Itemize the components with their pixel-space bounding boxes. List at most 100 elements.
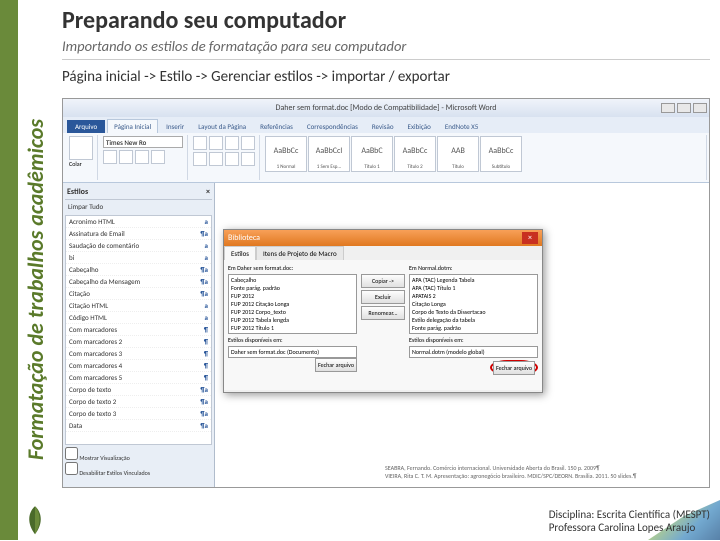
bullets-icon[interactable] <box>193 136 207 150</box>
tab-layout[interactable]: Layout da Página <box>192 120 252 133</box>
organizer-left-column: Em Daher sem format.doc: CabeçalhoFonte … <box>228 264 357 386</box>
organizer-avail-left-label: Estilos disponíveis em: <box>228 336 357 344</box>
style-list-item[interactable]: Data¶a <box>66 420 211 432</box>
style-list-item[interactable]: Com marcadores 3¶ <box>66 348 211 360</box>
style-list-item[interactable]: Com marcadores 5¶ <box>66 372 211 384</box>
paste-label: Colar <box>69 160 93 168</box>
organizer-left-item[interactable]: FUP 2012 Tabela lengda <box>230 316 355 324</box>
organizer-right-label: Em Normal.dotm: <box>409 264 538 272</box>
tab-endnote[interactable]: EndNote X5 <box>439 120 485 133</box>
slide-header: Preparando seu computador Importando os … <box>62 6 710 86</box>
style-list-item[interactable]: Com marcadores¶ <box>66 324 211 336</box>
paste-icon[interactable] <box>69 136 93 160</box>
indent-icon[interactable] <box>225 136 239 150</box>
clipboard-group: Colar <box>65 135 98 180</box>
organizer-left-list[interactable]: CabeçalhoFonte parág. padrãoFUP 2012FUP … <box>228 274 357 334</box>
slide-accent-bar <box>0 0 18 540</box>
organizer-left-item[interactable]: Fonte parág. padrão <box>230 284 355 292</box>
style-list-item[interactable]: Cabeçalho¶a <box>66 264 211 276</box>
style-list-item[interactable]: Cabeçalho da Mensagem¶a <box>66 276 211 288</box>
organizer-left-item[interactable]: FUP 2012 Corpo_texto <box>230 308 355 316</box>
style-list-item[interactable]: Citação HTMLa <box>66 300 211 312</box>
organizer-right-list[interactable]: APA (TAC) Legenda TabelaAPA (TAC) Título… <box>409 274 538 334</box>
window-controls <box>661 103 707 113</box>
style-gallery-item[interactable]: AaBbCcl1 Sem Esp... <box>308 136 350 172</box>
sort-icon[interactable] <box>241 136 255 150</box>
organizer-right-item[interactable]: Citação Longa <box>411 300 536 308</box>
style-list-item[interactable]: Corpo de texto 2¶a <box>66 396 211 408</box>
strike-icon[interactable] <box>151 150 165 164</box>
organizer-right-item[interactable]: Estilo delegação da tabela <box>411 316 536 324</box>
organizer-left-source[interactable]: Daher sem format.doc (Documento) <box>228 346 357 358</box>
bold-icon[interactable] <box>103 150 117 164</box>
style-gallery-item[interactable]: AaBbCcTítulo 2 <box>394 136 436 172</box>
font-name-combo[interactable]: Times New Ro <box>103 136 183 148</box>
organizer-titlebar: Biblioteca × <box>224 230 542 246</box>
organizer-right-item[interactable]: APATAIS 2 <box>411 292 536 300</box>
doc-line-2: VIEIRA, Rita C. T. M. Apresentação: agro… <box>385 473 699 481</box>
tab-view[interactable]: Exibição <box>402 120 437 133</box>
style-list-item[interactable]: Com marcadores 4¶ <box>66 360 211 372</box>
organizer-left-item[interactable]: FUP 2012 <box>230 292 355 300</box>
styles-list[interactable]: Acronimo HTMLaAssinatura de Email¶aSauda… <box>65 215 212 445</box>
styles-pane-title: Estilos <box>67 187 88 197</box>
numbering-icon[interactable] <box>209 136 223 150</box>
organizer-dialog: Biblioteca × Estilos Itens de Projeto de… <box>223 229 543 393</box>
clear-all-link[interactable]: Limpar Tudo <box>65 200 212 213</box>
justify-icon[interactable] <box>241 152 255 166</box>
organizer-tab-macros[interactable]: Itens de Projeto de Macro <box>256 246 344 260</box>
align-right-icon[interactable] <box>225 152 239 166</box>
copy-button[interactable]: Copiar -> <box>361 274 405 288</box>
organizer-left-item[interactable]: FUP 2012 Título 2 <box>230 332 355 334</box>
minimize-icon[interactable] <box>661 103 675 113</box>
style-list-item[interactable]: Saudação de comentárioa <box>66 240 211 252</box>
style-list-item[interactable]: Código HTMLa <box>66 312 211 324</box>
tab-references[interactable]: Referências <box>254 120 299 133</box>
organizer-right-item[interactable]: Fonte parág. padrão <box>411 324 536 332</box>
delete-button[interactable]: Excluir <box>361 290 405 304</box>
show-preview-checkbox[interactable]: Mostrar Visualização <box>65 447 212 462</box>
tab-home[interactable]: Página Inicial <box>107 119 158 133</box>
style-list-item[interactable]: Acronimo HTMLa <box>66 216 211 228</box>
disable-linked-checkbox[interactable]: Desabilitar Estilos Vinculados <box>65 462 212 477</box>
style-list-item[interactable]: Corpo de texto 3¶a <box>66 408 211 420</box>
style-gallery-item[interactable]: AaBbCTítulo 1 <box>351 136 393 172</box>
organizer-right-item[interactable]: APA (TAC) Legenda Tabela <box>411 276 536 284</box>
align-left-icon[interactable] <box>193 152 207 166</box>
tab-file[interactable]: Arquivo <box>67 120 105 133</box>
tab-review[interactable]: Revisão <box>366 120 400 133</box>
style-gallery-item[interactable]: AaBbCcSubtítulo <box>480 136 522 172</box>
organizer-right-source[interactable]: Normal.dotm (modelo global) <box>409 346 538 358</box>
tab-insert[interactable]: Inserir <box>160 120 190 133</box>
align-center-icon[interactable] <box>209 152 223 166</box>
organizer-left-item[interactable]: Cabeçalho <box>230 276 355 284</box>
organizer-close-icon[interactable]: × <box>522 232 538 244</box>
organizer-right-item[interactable]: APA (TAC) Título 1 <box>411 284 536 292</box>
organizer-tab-styles[interactable]: Estilos <box>224 246 256 260</box>
footer-line-2: Professora Carolina Lopes Araujo <box>549 521 710 534</box>
font-group: Times New Ro <box>99 135 188 180</box>
close-file-right-button[interactable]: Fechar arquivo <box>493 361 535 375</box>
italic-icon[interactable] <box>119 150 133 164</box>
close-file-left-button[interactable]: Fechar arquivo <box>315 358 357 372</box>
close-pane-icon[interactable]: × <box>206 187 210 197</box>
organizer-title: Biblioteca <box>228 233 260 243</box>
vertical-section-title: Formatação de trabalhos acadêmicos <box>22 60 49 460</box>
maximize-icon[interactable] <box>677 103 691 113</box>
organizer-left-item[interactable]: FUP 2012 Citação Longa <box>230 300 355 308</box>
style-list-item[interactable]: Com marcadores 2¶ <box>66 336 211 348</box>
style-list-item[interactable]: Citação¶a <box>66 288 211 300</box>
style-gallery-item[interactable]: AABTítulo <box>437 136 479 172</box>
organizer-right-item[interactable]: Corpo de Texto da Dissertacao <box>411 308 536 316</box>
navigation-path: Página inicial -> Estilo -> Gerenciar es… <box>62 68 710 86</box>
style-list-item[interactable]: bia <box>66 252 211 264</box>
organizer-left-item[interactable]: FUP 2012 Título 1 <box>230 324 355 332</box>
style-list-item[interactable]: Assinatura de Email¶a <box>66 228 211 240</box>
close-icon[interactable] <box>693 103 707 113</box>
style-gallery-item[interactable]: AaBbCc1 Normal <box>265 136 307 172</box>
underline-icon[interactable] <box>135 150 149 164</box>
styles-group: AaBbCc1 NormalAaBbCcl1 Sem Esp...AaBbCTí… <box>261 135 707 180</box>
rename-button[interactable]: Renomear... <box>361 306 405 320</box>
style-list-item[interactable]: Corpo de texto¶a <box>66 384 211 396</box>
tab-mailings[interactable]: Correspondências <box>301 120 364 133</box>
